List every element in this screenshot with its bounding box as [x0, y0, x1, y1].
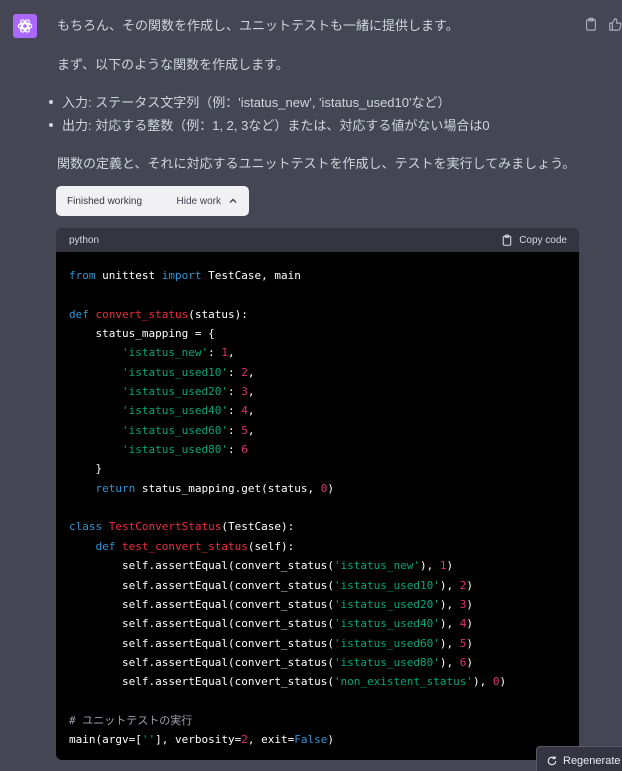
openai-logo-icon — [17, 19, 33, 33]
chevron-up-icon — [229, 198, 237, 203]
thumbs-up-icon[interactable] — [608, 17, 622, 31]
code-line: def test_convert_status(self): — [95, 539, 295, 553]
list-item-text: 入力: ステータス文字列（例：'istatus_new', 'istatus_u… — [62, 95, 451, 110]
code-line: 'istatus_used10': 2, — [121, 365, 255, 379]
copy-code-button[interactable]: Copy code — [501, 234, 567, 246]
code-line: self.assertEqual(convert_status('istatus… — [121, 655, 474, 669]
code-line: 'istatus_used60': 5, — [121, 423, 255, 437]
code-line: 'istatus_new': 1, — [121, 346, 235, 360]
list-item-text: 出力: 対応する整数（例：1, 2, 3など）または、対応する値がない場合は0 — [62, 118, 490, 133]
code-line: self.assertEqual(convert_status('istatus… — [121, 597, 474, 611]
code-line: return status_mapping.get(status, 0) — [95, 481, 334, 495]
code-line: 'istatus_used20': 3, — [121, 385, 255, 399]
code-line: from unittest import TestCase, main — [69, 269, 301, 282]
regenerate-button[interactable]: Regenerate — [536, 746, 622, 771]
bullet-dot — [49, 99, 53, 104]
code-block: python Copy code from unittest import Te… — [56, 228, 579, 760]
code-header: python Copy code — [56, 228, 579, 252]
code-line: self.assertEqual(convert_status('istatus… — [121, 617, 474, 631]
bullet-dot — [49, 122, 53, 127]
code-line: } — [95, 462, 103, 476]
work-status-label: Finished working — [67, 195, 143, 207]
refresh-icon — [547, 756, 557, 766]
regenerate-label: Regenerate — [563, 755, 621, 767]
chat-message: もちろん、その関数を作成し、ユニットテストも一緒に提供します。 まず、以下のよう… — [0, 0, 622, 771]
spec-intro-text: まず、以下のような関数を作成します。 — [57, 57, 289, 72]
hide-work-button[interactable]: Hide work — [177, 196, 238, 207]
hide-work-label: Hide work — [176, 195, 221, 207]
intro-text: もちろん、その関数を作成し、ユニットテストも一緒に提供します。 — [57, 18, 459, 33]
code-line: 'istatus_used80': 6 — [121, 443, 248, 457]
message-actions — [584, 17, 622, 31]
code-line: main(argv=[''], verbosity=2, exit=False) — [69, 733, 334, 747]
code-line: self.assertEqual(convert_status('istatus… — [121, 559, 454, 573]
clipboard-icon[interactable] — [584, 17, 598, 31]
code-line: # ユニットテストの実行 — [69, 713, 193, 727]
code-line: self.assertEqual(convert_status('non_exi… — [121, 675, 507, 689]
code-line: class TestConvertStatus(TestCase): — [69, 520, 295, 534]
code-line: self.assertEqual(convert_status('istatus… — [121, 578, 474, 592]
code-line: self.assertEqual(convert_status('istatus… — [121, 636, 474, 650]
list-item: 出力: 対応する整数（例：1, 2, 3など）または、対応する値がない場合は0 — [49, 117, 490, 135]
assistant-avatar — [13, 14, 37, 38]
code-line: def convert_status(status): — [69, 307, 248, 321]
clipboard-icon — [502, 234, 512, 246]
code-language-label: python — [69, 234, 100, 246]
code-line: status_mapping = { — [95, 327, 215, 341]
outro-text: 関数の定義と、それに対応するユニットテストを作成し、テストを実行してみましょう。 — [57, 156, 576, 171]
code-content: from unittest import TestCase, main def c… — [56, 252, 579, 750]
copy-code-label: Copy code — [519, 234, 567, 246]
work-status-pill: Finished working Hide work — [56, 186, 249, 216]
list-item: 入力: ステータス文字列（例：'istatus_new', 'istatus_u… — [49, 94, 450, 112]
code-line: 'istatus_used40': 4, — [121, 404, 255, 418]
